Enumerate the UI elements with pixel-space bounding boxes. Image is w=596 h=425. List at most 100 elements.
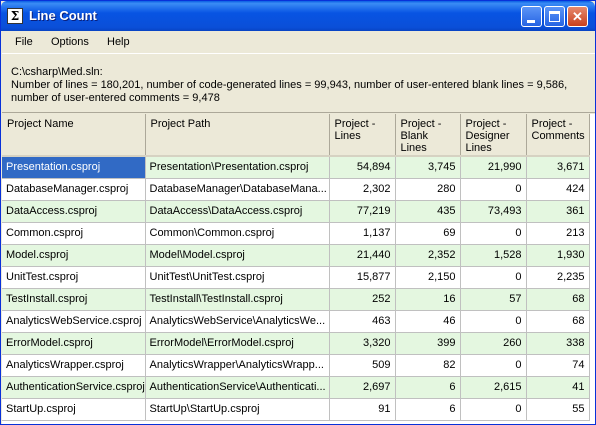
table-row[interactable]: TestInstall.csproj TestInstall\TestInsta… bbox=[2, 288, 590, 311]
cell-project-path[interactable]: AnalyticsWebService\AnalyticsWe... bbox=[145, 310, 330, 333]
cell-blank-lines[interactable]: 46 bbox=[395, 310, 461, 333]
cell-project-path[interactable]: ErrorModel\ErrorModel.csproj bbox=[145, 332, 330, 355]
cell-project-name[interactable]: Presentation.csproj bbox=[2, 156, 146, 179]
cell-designer-lines[interactable]: 0 bbox=[460, 398, 527, 421]
cell-blank-lines[interactable]: 82 bbox=[395, 354, 461, 377]
cell-project-path[interactable]: Presentation\Presentation.csproj bbox=[145, 156, 330, 179]
table-row[interactable]: Common.csproj Common\Common.csproj 1,137… bbox=[2, 222, 590, 245]
cell-project-name[interactable]: DataAccess.csproj bbox=[2, 200, 146, 223]
table-row[interactable]: ErrorModel.csproj ErrorModel\ErrorModel.… bbox=[2, 332, 590, 355]
cell-blank-lines[interactable]: 435 bbox=[395, 200, 461, 223]
cell-lines[interactable]: 3,320 bbox=[329, 332, 396, 355]
cell-comments[interactable]: 361 bbox=[526, 200, 590, 223]
cell-designer-lines[interactable]: 2,615 bbox=[460, 376, 527, 399]
cell-comments[interactable]: 41 bbox=[526, 376, 590, 399]
cell-blank-lines[interactable]: 6 bbox=[395, 398, 461, 421]
solution-path: C:\csharp\Med.sln: bbox=[11, 66, 103, 78]
minimize-button[interactable] bbox=[521, 6, 542, 27]
cell-comments[interactable]: 1,930 bbox=[526, 244, 590, 267]
cell-comments[interactable]: 213 bbox=[526, 222, 590, 245]
cell-project-name[interactable]: TestInstall.csproj bbox=[2, 288, 146, 311]
column-header-project-path[interactable]: Project Path bbox=[145, 114, 330, 157]
cell-project-path[interactable]: DataAccess\DataAccess.csproj bbox=[145, 200, 330, 223]
cell-designer-lines[interactable]: 0 bbox=[460, 178, 527, 201]
column-header-comments[interactable]: Project - Comments bbox=[526, 114, 590, 157]
cell-designer-lines[interactable]: 0 bbox=[460, 354, 527, 377]
cell-project-path[interactable]: UnitTest\UnitTest.csproj bbox=[145, 266, 330, 289]
cell-project-name[interactable]: Common.csproj bbox=[2, 222, 146, 245]
cell-comments[interactable]: 55 bbox=[526, 398, 590, 421]
cell-lines[interactable]: 77,219 bbox=[329, 200, 396, 223]
cell-project-name[interactable]: AnalyticsWebService.csproj bbox=[2, 310, 146, 333]
cell-blank-lines[interactable]: 16 bbox=[395, 288, 461, 311]
close-button[interactable]: ✕ bbox=[567, 6, 588, 27]
cell-project-path[interactable]: TestInstall\TestInstall.csproj bbox=[145, 288, 330, 311]
table-row[interactable]: StartUp.csproj StartUp\StartUp.csproj 91… bbox=[2, 398, 590, 421]
column-header-blank-lines[interactable]: Project - Blank Lines bbox=[395, 114, 461, 157]
cell-project-name[interactable]: AuthenticationService.csproj bbox=[2, 376, 146, 399]
menu-help[interactable]: Help bbox=[107, 36, 130, 48]
table-row[interactable]: UnitTest.csproj UnitTest\UnitTest.csproj… bbox=[2, 266, 590, 289]
cell-blank-lines[interactable]: 69 bbox=[395, 222, 461, 245]
title-bar[interactable]: Σ Line Count ✕ bbox=[1, 1, 595, 31]
cell-lines[interactable]: 1,137 bbox=[329, 222, 396, 245]
cell-project-path[interactable]: DatabaseManager\DatabaseMana... bbox=[145, 178, 330, 201]
project-grid[interactable]: Project Name Project Path Project - Line… bbox=[2, 114, 595, 424]
column-header-project-name[interactable]: Project Name bbox=[2, 114, 146, 157]
column-header-designer-lines[interactable]: Project - Designer Lines bbox=[460, 114, 527, 157]
cell-project-path[interactable]: Common\Common.csproj bbox=[145, 222, 330, 245]
cell-comments[interactable]: 74 bbox=[526, 354, 590, 377]
cell-designer-lines[interactable]: 73,493 bbox=[460, 200, 527, 223]
cell-project-path[interactable]: StartUp\StartUp.csproj bbox=[145, 398, 330, 421]
cell-project-name[interactable]: ErrorModel.csproj bbox=[2, 332, 146, 355]
cell-lines[interactable]: 463 bbox=[329, 310, 396, 333]
cell-designer-lines[interactable]: 21,990 bbox=[460, 156, 527, 179]
cell-lines[interactable]: 15,877 bbox=[329, 266, 396, 289]
table-row[interactable]: Presentation.csproj Presentation\Present… bbox=[2, 156, 590, 179]
cell-project-path[interactable]: AnalyticsWrapper\AnalyticsWrapp... bbox=[145, 354, 330, 377]
cell-designer-lines[interactable]: 0 bbox=[460, 266, 527, 289]
column-header-lines[interactable]: Project - Lines bbox=[329, 114, 396, 157]
cell-project-path[interactable]: AuthenticationService\Authenticati... bbox=[145, 376, 330, 399]
cell-project-name[interactable]: Model.csproj bbox=[2, 244, 146, 267]
cell-comments[interactable]: 2,235 bbox=[526, 266, 590, 289]
cell-blank-lines[interactable]: 3,745 bbox=[395, 156, 461, 179]
maximize-button[interactable] bbox=[544, 6, 565, 27]
cell-designer-lines[interactable]: 0 bbox=[460, 310, 527, 333]
cell-comments[interactable]: 338 bbox=[526, 332, 590, 355]
cell-comments[interactable]: 3,671 bbox=[526, 156, 590, 179]
cell-lines[interactable]: 252 bbox=[329, 288, 396, 311]
cell-lines[interactable]: 509 bbox=[329, 354, 396, 377]
cell-comments[interactable]: 68 bbox=[526, 310, 590, 333]
cell-lines[interactable]: 21,440 bbox=[329, 244, 396, 267]
cell-project-path[interactable]: Model\Model.csproj bbox=[145, 244, 330, 267]
table-row[interactable]: Model.csproj Model\Model.csproj 21,440 2… bbox=[2, 244, 590, 267]
cell-designer-lines[interactable]: 260 bbox=[460, 332, 527, 355]
cell-project-name[interactable]: DatabaseManager.csproj bbox=[2, 178, 146, 201]
cell-blank-lines[interactable]: 280 bbox=[395, 178, 461, 201]
cell-comments[interactable]: 68 bbox=[526, 288, 590, 311]
cell-blank-lines[interactable]: 6 bbox=[395, 376, 461, 399]
cell-blank-lines[interactable]: 2,352 bbox=[395, 244, 461, 267]
cell-blank-lines[interactable]: 399 bbox=[395, 332, 461, 355]
cell-lines[interactable]: 91 bbox=[329, 398, 396, 421]
cell-project-name[interactable]: StartUp.csproj bbox=[2, 398, 146, 421]
table-row[interactable]: AnalyticsWebService.csproj AnalyticsWebS… bbox=[2, 310, 590, 333]
cell-designer-lines[interactable]: 57 bbox=[460, 288, 527, 311]
menu-file[interactable]: File bbox=[15, 36, 33, 48]
cell-project-name[interactable]: UnitTest.csproj bbox=[2, 266, 146, 289]
cell-lines[interactable]: 2,697 bbox=[329, 376, 396, 399]
sigma-icon: Σ bbox=[7, 8, 23, 24]
table-row[interactable]: DatabaseManager.csproj DatabaseManager\D… bbox=[2, 178, 590, 201]
table-row[interactable]: AuthenticationService.csproj Authenticat… bbox=[2, 376, 590, 399]
cell-comments[interactable]: 424 bbox=[526, 178, 590, 201]
cell-project-name[interactable]: AnalyticsWrapper.csproj bbox=[2, 354, 146, 377]
menu-options[interactable]: Options bbox=[51, 36, 89, 48]
cell-lines[interactable]: 2,302 bbox=[329, 178, 396, 201]
table-row[interactable]: DataAccess.csproj DataAccess\DataAccess.… bbox=[2, 200, 590, 223]
cell-designer-lines[interactable]: 1,528 bbox=[460, 244, 527, 267]
table-row[interactable]: AnalyticsWrapper.csproj AnalyticsWrapper… bbox=[2, 354, 590, 377]
cell-lines[interactable]: 54,894 bbox=[329, 156, 396, 179]
cell-designer-lines[interactable]: 0 bbox=[460, 222, 527, 245]
cell-blank-lines[interactable]: 2,150 bbox=[395, 266, 461, 289]
